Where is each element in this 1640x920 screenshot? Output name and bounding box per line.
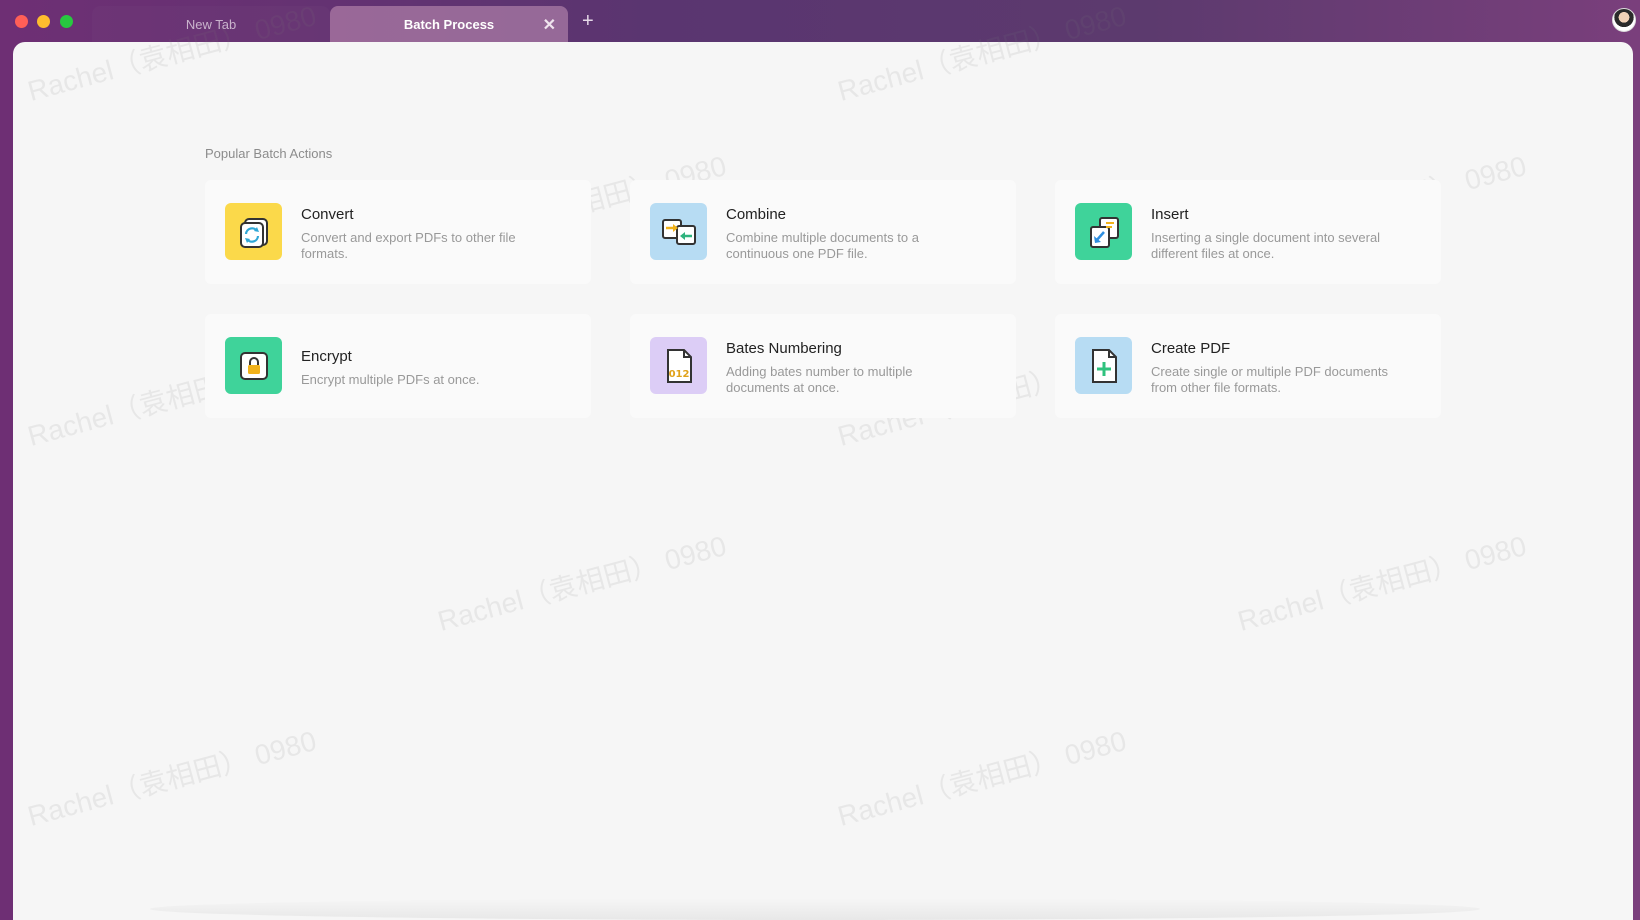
card-title: Bates Numbering <box>726 340 842 357</box>
card-title: Combine <box>726 206 787 223</box>
card-description: Inserting a single document into several… <box>1151 230 1381 261</box>
card-description: Adding bates number to multiple document… <box>726 364 913 395</box>
tab-label: Batch Process <box>403 16 495 32</box>
bottom-shadow <box>150 898 1480 920</box>
card-description: Create single or multiple PDF documents … <box>1151 364 1388 395</box>
convert-card[interactable]: Convert Convert and export PDFs to other… <box>205 180 591 284</box>
close-tab-icon[interactable]: ✕ <box>543 15 556 35</box>
convert-icon <box>225 203 282 260</box>
card-title: Create PDF <box>1151 340 1231 357</box>
maximize-window-button[interactable] <box>60 15 73 28</box>
card-description: Combine multiple documents to a continuo… <box>726 230 919 261</box>
tab-batch-process[interactable]: Batch Process ✕ <box>330 6 568 42</box>
section-title: Popular Batch Actions <box>205 146 333 161</box>
close-window-button[interactable] <box>15 15 28 28</box>
bates-numbering-card[interactable]: 012 Bates Numbering Adding bates number … <box>630 314 1016 418</box>
watermark: Rachel（袁相田） 0980 <box>1234 530 1530 637</box>
minimize-window-button[interactable] <box>37 15 50 28</box>
bates-icon-text: 012 <box>668 369 689 380</box>
main-content: Rachel（袁相田） 0980 Rachel（袁相田） 0980 Rachel… <box>13 0 1633 920</box>
create-pdf-card[interactable]: Create PDF Create single or multiple PDF… <box>1055 314 1441 418</box>
card-title: Convert <box>301 206 354 223</box>
avatar[interactable] <box>1612 8 1636 32</box>
card-title: Insert <box>1151 206 1189 223</box>
lock-icon <box>225 337 282 394</box>
watermark: Rachel（袁相田） 0980 <box>24 725 320 832</box>
tab-label: New Tab <box>185 16 237 32</box>
bates-number-icon: 012 <box>650 337 707 394</box>
card-title: Encrypt <box>301 348 352 365</box>
insert-card[interactable]: Insert Inserting a single document into … <box>1055 180 1441 284</box>
watermark: Rachel（袁相田） 0980 <box>834 725 1130 832</box>
combine-card[interactable]: Combine Combine multiple documents to a … <box>630 180 1016 284</box>
title-bar: New Tab Batch Process ✕ + <box>0 0 1640 42</box>
watermark: Rachel（袁相田） 0980 <box>434 530 730 637</box>
combine-icon <box>650 203 707 260</box>
create-pdf-icon <box>1075 337 1132 394</box>
tab-new-tab[interactable]: New Tab <box>92 6 330 42</box>
insert-icon <box>1075 203 1132 260</box>
card-description: Convert and export PDFs to other file fo… <box>301 230 516 261</box>
encrypt-card[interactable]: Encrypt Encrypt multiple PDFs at once. <box>205 314 591 418</box>
add-tab-icon[interactable]: + <box>582 10 594 33</box>
card-description: Encrypt multiple PDFs at once. <box>301 372 480 387</box>
